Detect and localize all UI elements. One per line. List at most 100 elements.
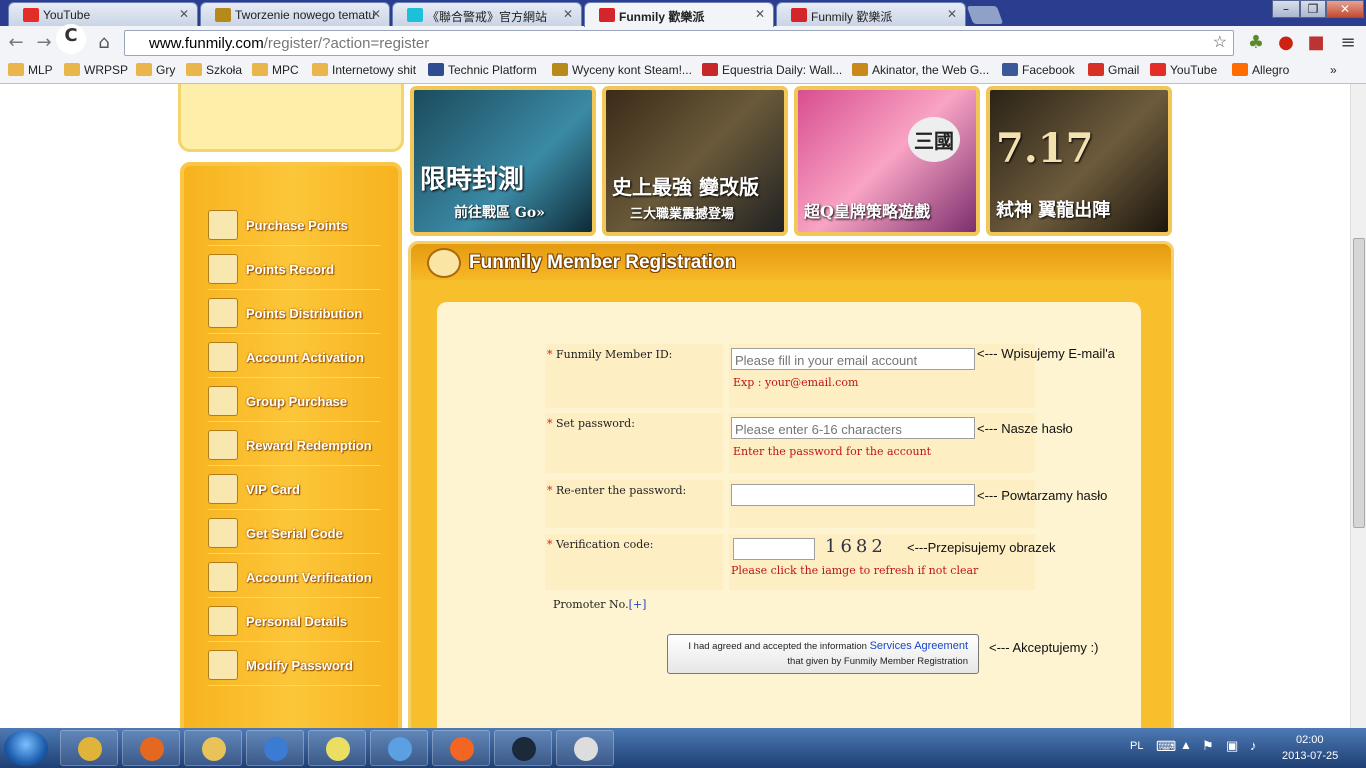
taskbar-app[interactable]: [494, 730, 552, 766]
sidebar-item-purchase-points[interactable]: Purchase Points: [208, 202, 380, 246]
tab-youtube[interactable]: YouTube ✕: [8, 2, 198, 26]
menu-icon[interactable]: ≡: [1336, 31, 1360, 55]
repassword-input[interactable]: [731, 484, 975, 506]
bookmark-allegro[interactable]: Allegro: [1232, 63, 1289, 77]
maximize-button[interactable]: ❐: [1300, 0, 1326, 18]
scrollbar[interactable]: [1350, 84, 1366, 728]
language-indicator[interactable]: PL: [1130, 740, 1143, 752]
bookmark-gry[interactable]: Gry: [136, 63, 175, 77]
taskbar-app[interactable]: [122, 730, 180, 766]
taskbar-app[interactable]: [370, 730, 428, 766]
close-icon[interactable]: ✕: [947, 7, 957, 21]
url-domain: www.funmily.com: [149, 35, 264, 52]
points-distribution-icon: [208, 298, 238, 328]
address-bar[interactable]: www.funmily.com/register/?action=registe…: [124, 30, 1234, 56]
tab-funmily-active[interactable]: Funmily 歡樂派 ✕: [584, 2, 774, 27]
bookmark-wyceny-kont-steam[interactable]: Wyceny kont Steam!...: [552, 63, 692, 77]
bookmark-label: Gmail: [1108, 63, 1140, 77]
close-icon[interactable]: ✕: [755, 7, 765, 21]
bookmark-facebook[interactable]: Facebook: [1002, 63, 1075, 77]
tab-forum[interactable]: Tworzenie nowego tematu ✕: [200, 2, 390, 26]
network-icon[interactable]: ▣: [1226, 738, 1238, 754]
sidebar-item-label: Points Distribution: [246, 306, 363, 321]
close-icon[interactable]: ✕: [563, 7, 573, 21]
close-window-button[interactable]: ✕: [1326, 0, 1364, 18]
bookmark-mpc[interactable]: MPC: [252, 63, 299, 77]
registration-panel: Funmily Member Registration * Funmily Me…: [408, 241, 1174, 728]
close-icon[interactable]: ✕: [179, 7, 189, 21]
services-agreement-link[interactable]: Services Agreement: [870, 640, 968, 652]
sidebar-item-group-purchase[interactable]: Group Purchase: [208, 378, 380, 422]
agree-button[interactable]: I had agreed and accepted the informatio…: [667, 634, 979, 674]
sidebar-item-modify-password[interactable]: Modify Password: [208, 642, 380, 686]
sidebar-item-personal-details[interactable]: Personal Details: [208, 598, 380, 642]
minimize-button[interactable]: –: [1272, 0, 1300, 18]
sidebar-item-points-distribution[interactable]: Points Distribution: [208, 290, 380, 334]
banner-sanguo[interactable]: 三國 超Q皇牌策略遊戲: [794, 86, 980, 236]
akinator-icon: [852, 63, 868, 76]
youtube-icon: [23, 8, 39, 22]
bookmark-mlp[interactable]: MLP: [8, 63, 53, 77]
close-icon[interactable]: ✕: [371, 7, 381, 21]
star-icon[interactable]: ☆: [1213, 32, 1227, 52]
sidebar-item-reward-redemption[interactable]: Reward Redemption: [208, 422, 380, 466]
sidebar-item-account-verification[interactable]: Account Verification: [208, 554, 380, 598]
taskbar-app[interactable]: [308, 730, 366, 766]
bookmark-szko-a[interactable]: Szkoła: [186, 63, 242, 77]
member-id-input[interactable]: [731, 348, 975, 370]
tab-title: Funmily 歡樂派: [619, 10, 705, 24]
taskbar-app[interactable]: [246, 730, 304, 766]
banner-zombies[interactable]: 史上最強 變改版 三大職業震撼登場: [602, 86, 788, 236]
banner-lianhe[interactable]: 限時封測 前往戰區 Go»: [410, 86, 596, 236]
sidebar-item-label: Modify Password: [246, 658, 353, 673]
bookmark-technic-platform[interactable]: Technic Platform: [428, 63, 537, 77]
account-activation-icon: [208, 342, 238, 372]
bookmark-label: Technic Platform: [448, 63, 537, 77]
sidebar-item-vip-card[interactable]: VIP Card: [208, 466, 380, 510]
reload-icon[interactable]: C: [56, 24, 86, 54]
sidebar-item-get-serial-code[interactable]: Get Serial Code: [208, 510, 380, 554]
points-record-icon: [208, 254, 238, 284]
repassword-note: <--- Powtarzamy hasło: [977, 488, 1108, 503]
sidebar-item-points-record[interactable]: Points Record: [208, 246, 380, 290]
new-tab-button[interactable]: [966, 6, 1004, 24]
banner-717[interactable]: 7.17 弒神 翼龍出陣: [986, 86, 1172, 236]
verification-input[interactable]: [733, 538, 815, 560]
keyboard-icon[interactable]: ⌨: [1156, 738, 1176, 755]
system-tray: PL ⌨ ▲ ⚑ ▣ ♪ 02:00 2013-07-25: [1120, 728, 1366, 768]
bookmark-gmail[interactable]: Gmail: [1088, 63, 1139, 77]
bookmark-internetowy-shit[interactable]: Internetowy shit: [312, 63, 416, 77]
volume-icon[interactable]: ♪: [1250, 738, 1257, 753]
bookmark-youtube[interactable]: YouTube: [1150, 63, 1217, 77]
bookmark-akinator-the-web-g[interactable]: Akinator, the Web G...: [852, 63, 989, 77]
clock-date[interactable]: 2013-07-25: [1282, 750, 1338, 762]
taskbar-app[interactable]: [184, 730, 242, 766]
start-button[interactable]: [4, 730, 48, 766]
tab-official-site[interactable]: 《聯合警戒》官方網站 ✕: [392, 2, 582, 26]
scroll-thumb[interactable]: [1353, 238, 1365, 528]
home-icon[interactable]: ⌂: [92, 31, 116, 55]
adblock-icon[interactable]: ●: [1274, 31, 1298, 55]
bookmark-equestria-daily-wall[interactable]: Equestria Daily: Wall...: [702, 63, 842, 77]
extension-red-icon[interactable]: ■: [1304, 31, 1328, 55]
tab-funmily[interactable]: Funmily 歡樂派 ✕: [776, 2, 966, 26]
password-input[interactable]: [731, 417, 975, 439]
show-hidden-icons-icon[interactable]: ▲: [1180, 738, 1192, 752]
member-id-label: * Funmily Member ID:: [547, 348, 673, 361]
banner-caption: 超Q皇牌策略遊戲: [804, 202, 930, 221]
back-arrow-icon[interactable]: ←: [4, 31, 28, 55]
captcha-image[interactable]: 1682: [825, 536, 897, 558]
web-page: Purchase Points Points Record Points Distr…: [0, 84, 1350, 728]
bookmark-label: Wyceny kont Steam!...: [572, 63, 692, 77]
promoter-expand-link[interactable]: [+]: [629, 598, 647, 611]
clock-time[interactable]: 02:00: [1296, 734, 1324, 746]
taskbar-app[interactable]: [556, 730, 614, 766]
forward-arrow-icon[interactable]: →: [32, 31, 56, 55]
more-bookmarks-button[interactable]: »: [1330, 63, 1337, 77]
taskbar-app[interactable]: [60, 730, 118, 766]
flag-icon[interactable]: ⚑: [1202, 738, 1214, 754]
bookmark-wrpsp[interactable]: WRPSP: [64, 63, 128, 77]
sidebar-item-account-activation[interactable]: Account Activation: [208, 334, 380, 378]
taskbar-app[interactable]: [432, 730, 490, 766]
extension-icon[interactable]: ♣: [1244, 31, 1268, 55]
